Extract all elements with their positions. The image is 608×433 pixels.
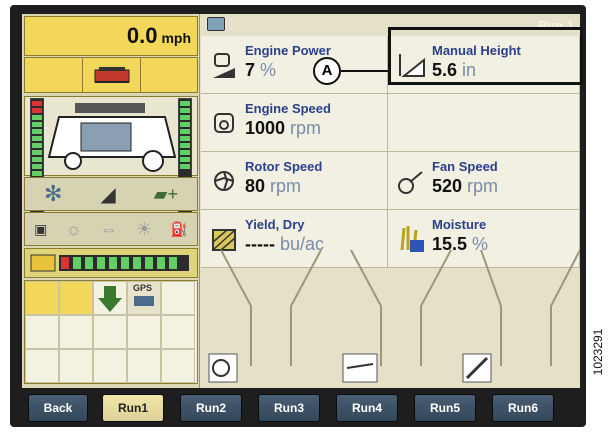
engine-icon [213, 53, 235, 78]
tile-fan-speed[interactable]: Fan Speed 520 rpm [388, 152, 580, 210]
callout-leader-line [341, 70, 388, 72]
run6-button[interactable]: Run6 [492, 394, 554, 422]
arrows-icon: ⇔ [100, 218, 119, 239]
fan-speed-value: 520 [432, 176, 463, 196]
ground-speed-readout: 0.0 mph [24, 16, 198, 56]
light-icon: ☼ [65, 218, 82, 239]
gps-label: GPS [133, 283, 153, 293]
rotor-speed-label: Rotor Speed [245, 159, 323, 174]
grain-tank-level [24, 248, 198, 278]
grid-cell[interactable] [161, 349, 195, 383]
beacon-icon: ☀ [136, 218, 153, 239]
shortcut-grid: GPS [24, 280, 198, 384]
engine-power-readout: 7% [245, 60, 276, 81]
engine-power-label: Engine Power [245, 43, 331, 58]
grid-cell[interactable] [161, 281, 195, 315]
sieve-loss-icon[interactable] [342, 353, 378, 383]
header-cell-empty-2 [141, 58, 199, 92]
yield-dry-label: Yield, Dry [245, 217, 305, 232]
down-arrow-icon[interactable] [93, 281, 127, 315]
ground-speed-unit: mph [161, 30, 191, 46]
header-tilt-icon[interactable]: ◢ [100, 182, 115, 207]
grid-cell[interactable] [161, 315, 195, 349]
fan-speed-label: Fan Speed [432, 159, 498, 174]
callout-label: A [313, 57, 341, 85]
rotor-speed-readout: 80 rpm [245, 176, 301, 197]
left-status-panel: 0.0 mph ✻ ◢ ▰+ ▣ ☼ ⇔ ☀ ⛽ GPS [22, 14, 200, 388]
combine-diagram [24, 96, 198, 176]
loss-monitor-funnels [208, 249, 580, 383]
tile-rotor-speed[interactable]: Rotor Speed 80 rpm [201, 152, 388, 210]
chopper-icon[interactable] [462, 353, 492, 383]
gps-icon[interactable]: GPS [127, 281, 161, 315]
grid-cell[interactable] [59, 315, 93, 349]
reel-speed-icon[interactable]: ✻ [44, 181, 62, 207]
run1-button[interactable]: Run1 [102, 394, 164, 422]
figure-id-label: 1023291 [591, 328, 605, 376]
tile-empty[interactable] [388, 94, 580, 152]
combine-icon [47, 103, 177, 172]
run4-button[interactable]: Run4 [336, 394, 398, 422]
rotor-speed-value: 80 [245, 176, 266, 196]
grid-cell[interactable] [59, 349, 93, 383]
header-cell-empty [25, 58, 83, 92]
back-button[interactable]: Back [28, 394, 88, 422]
combine-header-icon[interactable] [83, 58, 141, 92]
moisture-label: Moisture [432, 217, 487, 232]
function-icons-row: ✻ ◢ ▰+ [24, 177, 198, 211]
grid-cell[interactable] [127, 315, 161, 349]
manual-height-highlight [388, 27, 583, 85]
grid-cell[interactable] [127, 349, 161, 383]
grid-cell[interactable] [25, 281, 59, 315]
run-button-bar: Back Run1 Run2 Run3 Run4 Run5 Run6 [22, 392, 580, 424]
grid-cell[interactable] [93, 315, 127, 349]
indicator-icons-row: ▣ ☼ ⇔ ☀ ⛽ [24, 212, 198, 246]
grid-cell[interactable] [25, 349, 59, 383]
grid-cell[interactable] [59, 281, 93, 315]
rotor-icon [214, 171, 234, 191]
engine-speed-value: 1000 [245, 118, 286, 138]
engine-power-value: 7 [245, 60, 256, 80]
fuel-icon: ▣ [34, 220, 48, 237]
ground-speed-value: 0.0 [126, 23, 158, 48]
grid-cell[interactable] [93, 349, 127, 383]
run2-button[interactable]: Run2 [180, 394, 242, 422]
tile-engine-power[interactable]: Engine Power 7% [201, 36, 388, 94]
tile-engine-speed[interactable]: Engine Speed 1000 rpm [201, 94, 388, 152]
engine-speed-readout: 1000 rpm [245, 118, 321, 139]
fan-speed-unit: rpm [467, 176, 499, 196]
header-status-row [24, 57, 198, 93]
checkbox-icon[interactable] [207, 17, 225, 31]
run3-button[interactable]: Run3 [258, 394, 320, 422]
fan-speed-readout: 520 rpm [432, 176, 498, 197]
engine-power-unit: % [260, 60, 277, 80]
fan-icon [398, 171, 423, 194]
fuel-pump-icon: ⛽ [170, 220, 188, 237]
engine-speed-label: Engine Speed [245, 101, 331, 116]
engine-speed-icon [214, 113, 234, 133]
grid-cell[interactable] [25, 315, 59, 349]
run5-button[interactable]: Run5 [414, 394, 476, 422]
figure-id: 1023291 [588, 290, 606, 420]
auger-icon[interactable]: ▰+ [154, 184, 178, 205]
rotor-speed-unit: rpm [270, 176, 302, 196]
engine-speed-unit: rpm [290, 118, 322, 138]
rotor-loss-icon[interactable] [208, 353, 238, 383]
